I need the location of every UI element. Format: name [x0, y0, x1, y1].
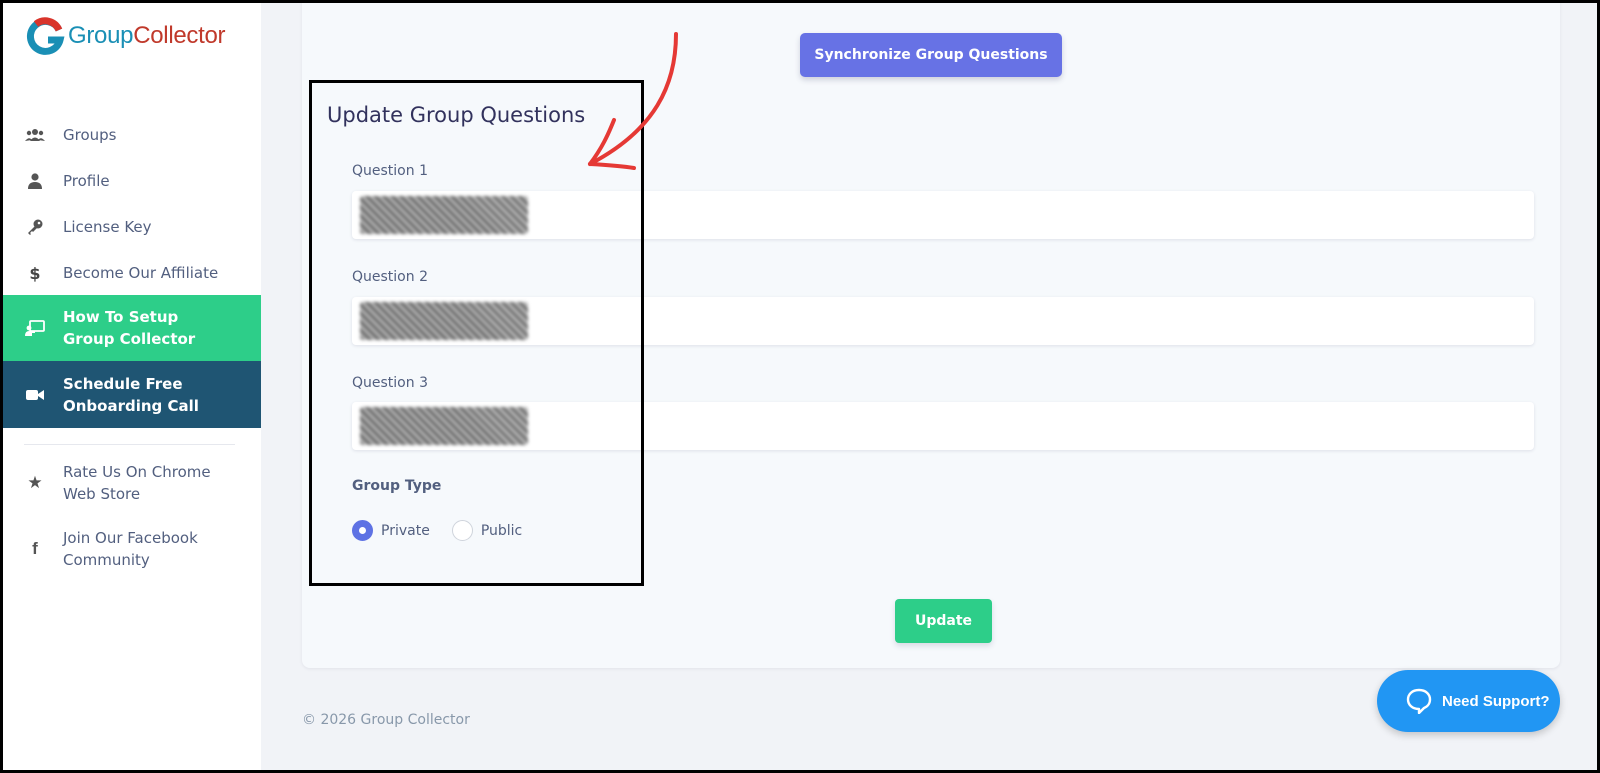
radio-private[interactable] — [352, 520, 373, 541]
sidebar-item-onboarding-call[interactable]: Schedule Free Onboarding Call — [0, 361, 261, 428]
sidebar-item-facebook[interactable]: f Join Our Facebook Community — [0, 526, 261, 572]
update-button[interactable]: Update — [895, 599, 992, 643]
question-3-label: Question 3 — [352, 375, 428, 391]
group-type-radio-group: Private Public — [352, 520, 544, 541]
footer-copyright: © 2026 Group Collector — [302, 712, 470, 728]
radio-public[interactable] — [451, 520, 473, 541]
chalkboard-icon — [24, 320, 46, 336]
logo-g-icon — [26, 17, 65, 55]
sidebar-item-profile[interactable]: Profile — [0, 166, 261, 196]
radio-public-label[interactable]: Public — [481, 523, 522, 539]
sidebar-item-license-key[interactable]: License Key — [0, 212, 261, 242]
star-icon: ★ — [27, 473, 43, 493]
sidebar-divider — [24, 444, 235, 445]
question-2-label: Question 2 — [352, 269, 428, 285]
question-2-input[interactable] — [352, 297, 1534, 345]
sidebar-item-affiliate[interactable]: $ Become Our Affiliate — [0, 258, 261, 288]
question-1-input[interactable] — [352, 191, 1534, 239]
facebook-icon: f — [32, 539, 38, 558]
sidebar-item-rate-us[interactable]: ★ Rate Us On Chrome Web Store — [0, 460, 261, 506]
redacted-text — [360, 302, 528, 340]
logo-text: GroupCollector — [68, 22, 226, 49]
chat-bubble-icon — [1406, 688, 1432, 714]
sidebar: GroupCollector Groups Profile License Ke… — [0, 0, 261, 773]
question-1-label: Question 1 — [352, 163, 428, 179]
dollar-icon: $ — [29, 263, 41, 283]
video-icon — [24, 389, 46, 401]
synchronize-questions-button[interactable]: Synchronize Group Questions — [800, 33, 1062, 77]
question-3-input[interactable] — [352, 402, 1534, 450]
need-support-button[interactable]: Need Support? — [1377, 670, 1560, 732]
need-support-label: Need Support? — [1442, 692, 1550, 710]
key-icon — [24, 219, 46, 235]
user-icon — [24, 173, 46, 189]
logo[interactable]: GroupCollector — [26, 16, 226, 56]
group-type-label: Group Type — [352, 478, 442, 494]
sidebar-item-groups[interactable]: Groups — [0, 120, 261, 150]
users-icon — [24, 128, 46, 142]
redacted-text — [360, 196, 528, 234]
section-title: Update Group Questions — [327, 103, 586, 127]
redacted-text — [360, 407, 528, 445]
sidebar-item-setup-guide[interactable]: How To Setup Group Collector — [0, 295, 261, 361]
radio-private-label[interactable]: Private — [381, 523, 430, 539]
